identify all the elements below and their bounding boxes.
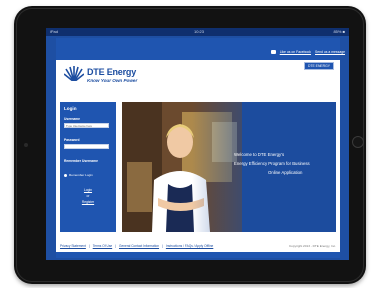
login-title: Login bbox=[64, 106, 77, 111]
footer-copyright: Copyright 2013 - DTE Energy, Inc. bbox=[288, 244, 336, 248]
remember-login-radio[interactable] bbox=[64, 174, 67, 177]
top-links: Like us on Facebook Send us a message bbox=[270, 50, 345, 54]
password-label: Password bbox=[64, 138, 80, 142]
site-footer: Privacy Statement | Terms Of Use | Gener… bbox=[56, 240, 340, 252]
username-field[interactable]: Type Username here bbox=[64, 123, 109, 128]
front-camera bbox=[24, 143, 28, 147]
register-link[interactable]: Register bbox=[60, 200, 116, 204]
hero-banner: Welcome to DTE Energy's Energy Efficienc… bbox=[122, 102, 336, 232]
status-bar: iPad 10:23 85% ■ bbox=[46, 28, 349, 36]
login-panel: Login Username Type Username here Passwo… bbox=[60, 102, 116, 232]
status-battery: 85% ■ bbox=[333, 29, 345, 34]
dte-energy-button[interactable]: DTE ENERGY bbox=[303, 62, 334, 70]
brand-name: DTE Energy bbox=[87, 67, 137, 77]
remember-username-heading: Remember Username bbox=[64, 159, 98, 163]
hero-text: Welcome to DTE Energy's Energy Efficienc… bbox=[234, 150, 334, 177]
facebook-link[interactable]: Like us on Facebook bbox=[280, 50, 311, 54]
main-content: Login Username Type Username here Passwo… bbox=[56, 96, 340, 240]
dte-logo-icon bbox=[64, 66, 84, 84]
hero-line-2: Energy Efficiency Program for Business bbox=[234, 161, 310, 166]
hero-line-3: Online Application bbox=[268, 170, 303, 175]
footer-link-contact[interactable]: General Contact Information bbox=[119, 244, 159, 248]
ipad-screen: iPad 10:23 85% ■ Like us on Facebook Sen… bbox=[46, 28, 349, 260]
home-button[interactable] bbox=[352, 136, 364, 148]
footer-link-privacy[interactable]: Privacy Statement bbox=[60, 244, 86, 248]
status-time: 10:23 bbox=[194, 29, 205, 34]
site-header: DTE Energy Know Your Own Power DTE ENERG… bbox=[56, 60, 340, 90]
login-link[interactable]: Login bbox=[60, 188, 116, 192]
status-carrier: iPad bbox=[50, 29, 59, 34]
brand-tagline: Know Your Own Power bbox=[87, 78, 138, 83]
hero-line-1: Welcome to DTE Energy's bbox=[234, 152, 285, 157]
or-text: or bbox=[86, 194, 90, 198]
footer-links: Privacy Statement | Terms Of Use | Gener… bbox=[60, 244, 214, 248]
facebook-icon bbox=[270, 50, 276, 54]
footer-link-terms[interactable]: Terms Of Use bbox=[93, 244, 112, 248]
remember-login-label: Remember Login bbox=[69, 173, 93, 177]
footer-link-instructions[interactable]: Instructions / FAQs / Apply Offline bbox=[166, 244, 213, 248]
send-message-link[interactable]: Send us a message bbox=[315, 50, 345, 54]
username-label: Username bbox=[64, 117, 80, 121]
password-field[interactable] bbox=[64, 144, 109, 149]
